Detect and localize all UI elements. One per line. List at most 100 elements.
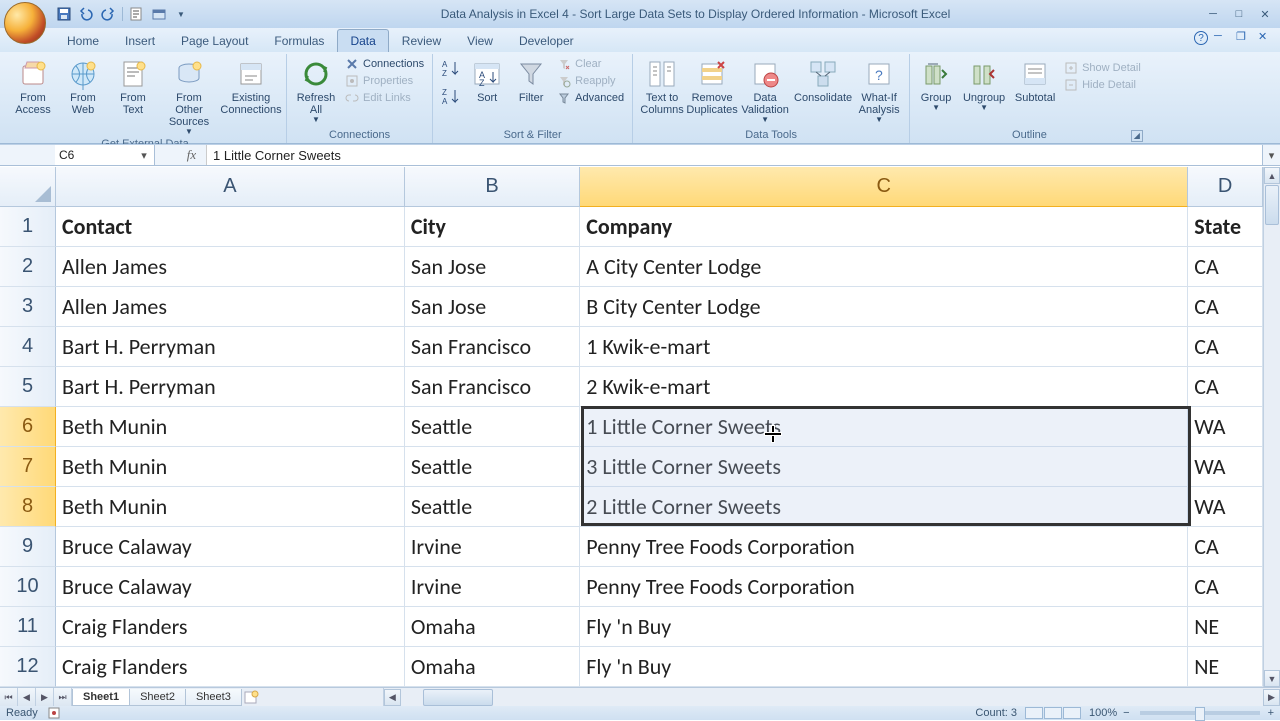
row-header-6[interactable]: 6 bbox=[0, 407, 56, 447]
cell[interactable]: Company bbox=[580, 207, 1188, 247]
sheet-nav-last-icon[interactable]: ⏭ bbox=[54, 688, 72, 706]
sort-asc-button[interactable]: AZ bbox=[439, 56, 463, 80]
row-header-3[interactable]: 3 bbox=[0, 287, 56, 327]
cell[interactable]: Bart H. Perryman bbox=[56, 367, 405, 407]
refresh-all-button[interactable]: Refresh All▼ bbox=[293, 56, 339, 125]
cell[interactable]: Seattle bbox=[405, 487, 580, 527]
horizontal-scrollbar[interactable]: ◀ ▶ bbox=[383, 688, 1280, 706]
cell[interactable]: A City Center Lodge bbox=[580, 247, 1188, 287]
vertical-scrollbar[interactable]: ▲ ▼ bbox=[1263, 167, 1280, 687]
view-pagebreak-button[interactable] bbox=[1063, 707, 1081, 719]
cell[interactable]: 1 Kwik-e-mart bbox=[580, 327, 1188, 367]
cell[interactable]: San Francisco bbox=[405, 367, 580, 407]
cell[interactable]: 1 Little Corner Sweets bbox=[580, 407, 1188, 447]
sheet-tab-sheet2[interactable]: Sheet2 bbox=[129, 689, 186, 706]
sheet-nav-first-icon[interactable]: ⏮ bbox=[0, 688, 18, 706]
from-other-sources-button[interactable]: From Other Sources▼ bbox=[160, 56, 218, 137]
cell[interactable]: NE bbox=[1188, 607, 1263, 647]
from-access-button[interactable]: From Access bbox=[10, 56, 56, 116]
cell[interactable]: 3 Little Corner Sweets bbox=[580, 447, 1188, 487]
cancel-icon[interactable]: ⠀ bbox=[155, 145, 177, 165]
fx-icon[interactable]: fx bbox=[177, 145, 207, 165]
hscroll-thumb[interactable] bbox=[423, 689, 493, 706]
column-header-C[interactable]: C bbox=[580, 167, 1188, 207]
cell[interactable]: 2 Little Corner Sweets bbox=[580, 487, 1188, 527]
cell[interactable]: Penny Tree Foods Corporation bbox=[580, 567, 1188, 607]
cell[interactable]: B City Center Lodge bbox=[580, 287, 1188, 327]
from-web-button[interactable]: From Web bbox=[60, 56, 106, 116]
cell[interactable]: Allen James bbox=[56, 247, 405, 287]
row-header-8[interactable]: 8 bbox=[0, 487, 56, 527]
sort-button[interactable]: AZSort bbox=[467, 56, 507, 104]
tab-formulas[interactable]: Formulas bbox=[261, 29, 337, 52]
consolidate-button[interactable]: Consolidate bbox=[795, 56, 851, 104]
row-header-5[interactable]: 5 bbox=[0, 367, 56, 407]
save-icon[interactable] bbox=[56, 6, 72, 22]
sheet-nav-prev-icon[interactable]: ◀ bbox=[18, 688, 36, 706]
cell[interactable]: Allen James bbox=[56, 287, 405, 327]
tab-developer[interactable]: Developer bbox=[506, 29, 587, 52]
column-header-D[interactable]: D bbox=[1188, 167, 1263, 207]
tab-data[interactable]: Data bbox=[337, 29, 388, 52]
worksheet-grid[interactable]: ABCD 123456789101112 ContactCityCompanyS… bbox=[0, 167, 1263, 687]
cell[interactable]: WA bbox=[1188, 447, 1263, 487]
advanced-button[interactable]: Advanced bbox=[555, 90, 626, 106]
scroll-thumb[interactable] bbox=[1265, 185, 1279, 225]
cell[interactable]: Penny Tree Foods Corporation bbox=[580, 527, 1188, 567]
qat-dropdown-icon[interactable]: ▼ bbox=[173, 6, 189, 22]
cell[interactable]: Omaha bbox=[405, 607, 580, 647]
group-button[interactable]: Group▼ bbox=[916, 56, 956, 113]
cell[interactable]: CA bbox=[1188, 367, 1263, 407]
name-box-dropdown-icon[interactable]: ▾ bbox=[138, 149, 150, 162]
undo-icon[interactable] bbox=[78, 6, 94, 22]
cell[interactable]: CA bbox=[1188, 527, 1263, 567]
row-header-10[interactable]: 10 bbox=[0, 567, 56, 607]
row-header-9[interactable]: 9 bbox=[0, 527, 56, 567]
macro-record-icon[interactable] bbox=[48, 707, 60, 719]
cell[interactable]: Beth Munin bbox=[56, 487, 405, 527]
tab-page-layout[interactable]: Page Layout bbox=[168, 29, 261, 52]
name-box[interactable]: C6 ▾ bbox=[55, 145, 155, 165]
scroll-down-icon[interactable]: ▼ bbox=[1264, 670, 1280, 687]
cell[interactable]: Bruce Calaway bbox=[56, 527, 405, 567]
cell[interactable]: Seattle bbox=[405, 407, 580, 447]
cell[interactable]: CA bbox=[1188, 327, 1263, 367]
row-header-4[interactable]: 4 bbox=[0, 327, 56, 367]
zoom-label[interactable]: 100% bbox=[1089, 707, 1117, 719]
cell[interactable]: San Jose bbox=[405, 287, 580, 327]
zoom-out-icon[interactable]: − bbox=[1123, 707, 1129, 719]
what-if-button[interactable]: ?What-If Analysis▼ bbox=[855, 56, 903, 125]
cell[interactable]: WA bbox=[1188, 487, 1263, 527]
cell[interactable]: Irvine bbox=[405, 567, 580, 607]
cell[interactable]: CA bbox=[1188, 287, 1263, 327]
connections-button[interactable]: Connections bbox=[343, 56, 426, 72]
cells-area[interactable]: ContactCityCompanyStateAllen JamesSan Jo… bbox=[56, 207, 1263, 687]
row-header-1[interactable]: 1 bbox=[0, 207, 56, 247]
subtotal-button[interactable]: Subtotal bbox=[1012, 56, 1058, 104]
sort-desc-button[interactable]: ZA bbox=[439, 84, 463, 108]
sheet-tab-sheet1[interactable]: Sheet1 bbox=[72, 689, 130, 706]
minimize-button[interactable]: ─ bbox=[1202, 6, 1224, 22]
cell[interactable]: Irvine bbox=[405, 527, 580, 567]
cell[interactable]: Craig Flanders bbox=[56, 647, 405, 687]
cell[interactable]: Seattle bbox=[405, 447, 580, 487]
qat-custom1-icon[interactable] bbox=[129, 6, 145, 22]
row-header-7[interactable]: 7 bbox=[0, 447, 56, 487]
cell[interactable]: Beth Munin bbox=[56, 447, 405, 487]
zoom-in-icon[interactable]: + bbox=[1268, 707, 1274, 719]
cell[interactable]: Fly 'n Buy bbox=[580, 607, 1188, 647]
maximize-button[interactable]: □ bbox=[1228, 6, 1250, 22]
column-header-A[interactable]: A bbox=[56, 167, 405, 207]
cell[interactable]: Bruce Calaway bbox=[56, 567, 405, 607]
data-validation-button[interactable]: Data Validation▼ bbox=[739, 56, 791, 125]
tab-home[interactable]: Home bbox=[54, 29, 112, 52]
sheet-tab-sheet3[interactable]: Sheet3 bbox=[185, 689, 242, 706]
text-to-columns-button[interactable]: Text to Columns bbox=[639, 56, 685, 116]
filter-button[interactable]: Filter bbox=[511, 56, 551, 104]
scroll-up-icon[interactable]: ▲ bbox=[1264, 167, 1280, 184]
tab-view[interactable]: View bbox=[454, 29, 506, 52]
cell[interactable]: State bbox=[1188, 207, 1263, 247]
remove-duplicates-button[interactable]: Remove Duplicates bbox=[689, 56, 735, 116]
qat-custom2-icon[interactable] bbox=[151, 6, 167, 22]
doc-minimize-icon[interactable]: ─ bbox=[1214, 30, 1230, 46]
